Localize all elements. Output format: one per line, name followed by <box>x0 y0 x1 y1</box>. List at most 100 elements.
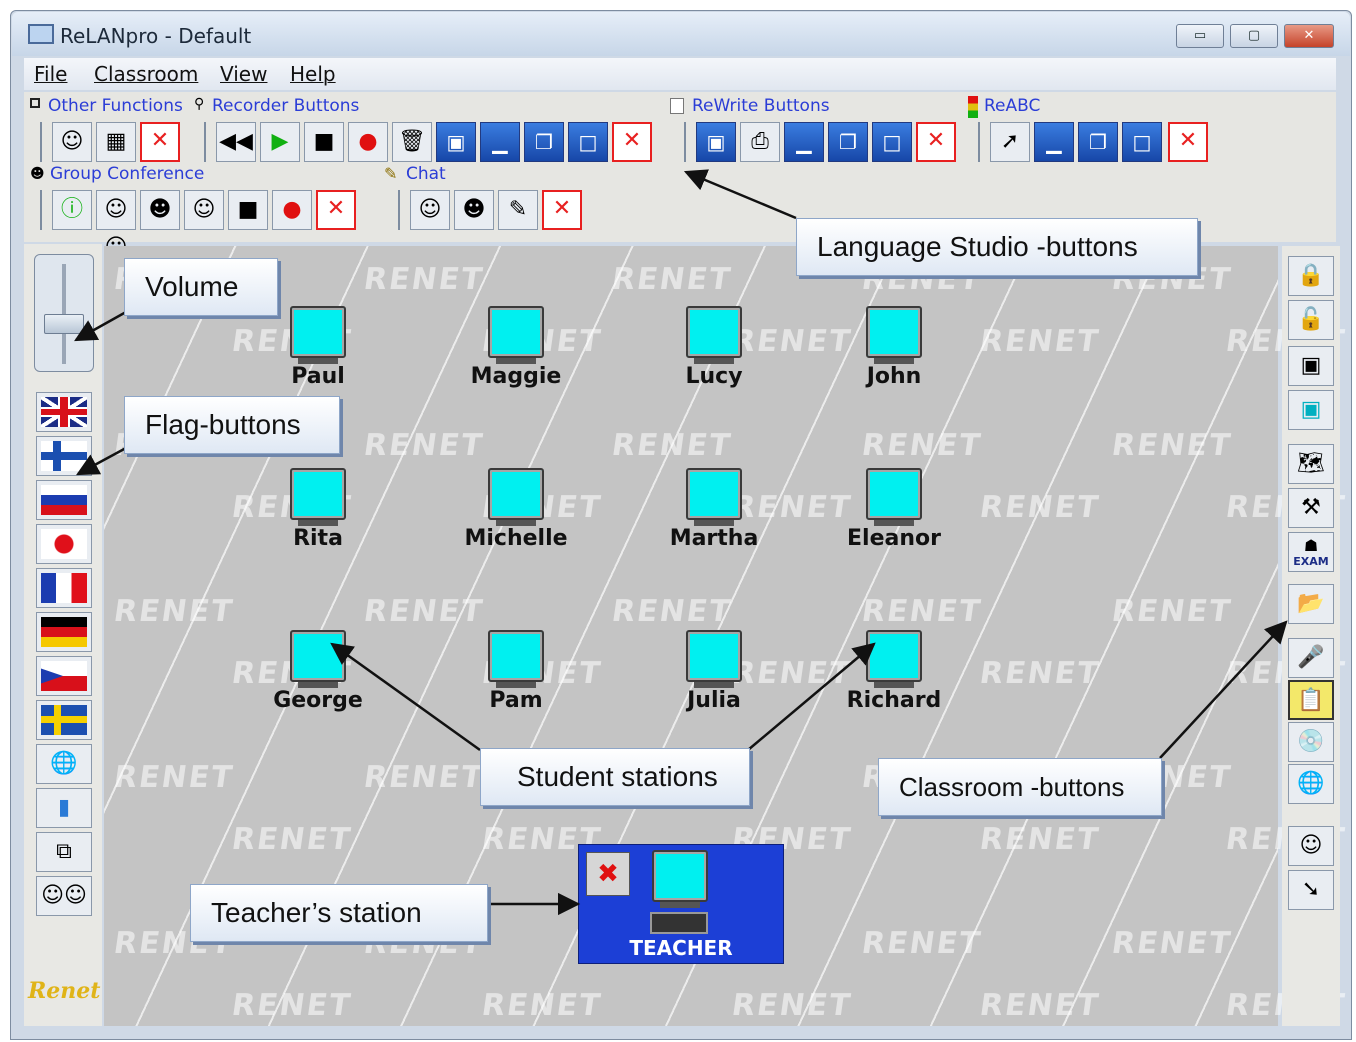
flag-uk-button[interactable] <box>36 392 92 432</box>
notebook-icon[interactable]: ▮ <box>36 788 92 828</box>
folder-icon[interactable]: 📂 <box>1288 584 1334 624</box>
rewind-icon[interactable]: ◀◀ <box>216 122 256 162</box>
close-button[interactable]: ✕ <box>1284 24 1334 48</box>
pointer-icon[interactable]: ➚ <box>990 122 1030 162</box>
maximize-icon[interactable]: □ <box>568 122 608 162</box>
play-icon[interactable]: ▶ <box>260 122 300 162</box>
close-rewrite-icon[interactable]: ✕ <box>916 122 956 162</box>
close-recorder-icon[interactable]: ✕ <box>612 122 652 162</box>
monitor-cyan-icon[interactable]: ▣ <box>1288 390 1334 430</box>
reabc-restore-icon[interactable]: ❐ <box>1078 122 1118 162</box>
layout-icon[interactable]: ▦ <box>96 122 136 162</box>
close-functions-icon[interactable]: ✕ <box>140 122 180 162</box>
maximize-button[interactable]: ▢ <box>1230 24 1278 48</box>
minimize-all-icon[interactable]: ▁ <box>480 122 520 162</box>
network-icon[interactable]: ⧉ <box>36 832 92 872</box>
lock-green-icon[interactable]: 🔓 <box>1288 300 1334 340</box>
reabc-maximize-icon[interactable]: □ <box>1122 122 1162 162</box>
conference-record-icon[interactable]: ● <box>272 190 312 230</box>
map-icon[interactable]: 🗺 <box>1288 444 1334 484</box>
faces-icon[interactable]: ☺☺ <box>36 876 92 916</box>
pair-icon[interactable]: ☺☺ <box>96 190 136 260</box>
close-reabc-icon[interactable]: ✕ <box>1168 122 1208 162</box>
flag-russia-button[interactable] <box>36 480 92 520</box>
rewrite-minimize-icon[interactable]: ▁ <box>784 122 824 162</box>
clipboard-icon[interactable]: 📋 <box>1288 680 1334 720</box>
student-monitor-julia[interactable] <box>686 630 742 682</box>
student-name-paul[interactable]: Paul <box>238 364 398 389</box>
menu-view[interactable]: View <box>220 62 267 86</box>
stop-icon[interactable]: ■ <box>304 122 344 162</box>
student-monitor-rita[interactable] <box>290 468 346 520</box>
exam-button[interactable]: ☗ EXAM <box>1288 532 1334 572</box>
rewrite-restore-icon[interactable]: ❐ <box>828 122 868 162</box>
conference-stop-icon[interactable]: ■ <box>228 190 268 230</box>
student-name-maggie[interactable]: Maggie <box>436 364 596 389</box>
pointer-tool-icon[interactable]: ➘ <box>1288 870 1334 910</box>
flag-japan-button[interactable] <box>36 524 92 564</box>
group-conference-icon: ☻ <box>30 166 45 182</box>
student-name-martha[interactable]: Martha <box>634 526 794 551</box>
czech-flag-icon <box>41 661 87 691</box>
student-monitor-paul[interactable] <box>290 306 346 358</box>
flag-sweden-button[interactable] <box>36 700 92 740</box>
users-icon[interactable]: ☺☺ <box>1288 826 1334 896</box>
monitor-black-icon[interactable]: ▣ <box>1288 346 1334 386</box>
student-monitor-eleanor[interactable] <box>866 468 922 520</box>
student-monitor-pam[interactable] <box>488 630 544 682</box>
rewrite-maximize-icon[interactable]: □ <box>872 122 912 162</box>
group-members-icon[interactable]: ☺ <box>184 190 224 230</box>
student-name-lucy[interactable]: Lucy <box>634 364 794 389</box>
student-monitor-michelle[interactable] <box>488 468 544 520</box>
volume-thumb[interactable] <box>44 314 84 334</box>
student-name-pam[interactable]: Pam <box>436 688 596 713</box>
student-monitor-martha[interactable] <box>686 468 742 520</box>
mute-icon[interactable]: ✖ <box>586 852 630 896</box>
lock-red-icon[interactable]: 🔒 <box>1288 256 1334 296</box>
student-name-michelle[interactable]: Michelle <box>436 526 596 551</box>
menu-classroom[interactable]: Classroom <box>94 62 198 86</box>
watermark: RENET <box>1109 428 1235 463</box>
tools-icon[interactable]: ⚒ <box>1288 488 1334 528</box>
watermark: RENET <box>609 594 735 629</box>
minimize-button[interactable]: ▭ <box>1176 24 1224 48</box>
student-monitor-richard[interactable] <box>866 630 922 682</box>
rewrite-save-icon[interactable]: ▣ <box>696 122 736 162</box>
chat-edit-icon[interactable]: ✎ <box>498 190 538 230</box>
save-icon[interactable]: ▣ <box>436 122 476 162</box>
menu-help[interactable]: Help <box>290 62 336 86</box>
toolbar-separator <box>40 190 42 230</box>
student-name-john[interactable]: John <box>814 364 974 389</box>
chat-group-icon[interactable]: ☻ <box>454 190 494 230</box>
student-monitor-george[interactable] <box>290 630 346 682</box>
restore-icon[interactable]: ❐ <box>524 122 564 162</box>
student-name-julia[interactable]: Julia <box>634 688 794 713</box>
close-chat-icon[interactable]: ✕ <box>542 190 582 230</box>
menu-file[interactable]: File <box>34 62 67 86</box>
cd-icon[interactable]: 💿 <box>1288 722 1334 762</box>
student-monitor-lucy[interactable] <box>686 306 742 358</box>
info-icon[interactable]: ⓘ <box>52 190 92 230</box>
trash-icon[interactable]: 🗑 <box>392 122 432 162</box>
chat-users-icon[interactable]: ☺ <box>410 190 450 230</box>
print-icon[interactable]: ⎙ <box>740 122 780 162</box>
teacher-monitor[interactable] <box>652 850 708 902</box>
close-conference-icon[interactable]: ✕ <box>316 190 356 230</box>
flag-czech-button[interactable] <box>36 656 92 696</box>
student-monitor-maggie[interactable] <box>488 306 544 358</box>
student-monitor-john[interactable] <box>866 306 922 358</box>
student-name-richard[interactable]: Richard <box>814 688 974 713</box>
student-name-george[interactable]: George <box>238 688 398 713</box>
globe-icon[interactable]: 🌐 <box>36 744 92 784</box>
group-icon[interactable]: ☻ <box>140 190 180 230</box>
flag-france-button[interactable] <box>36 568 92 608</box>
reabc-minimize-icon[interactable]: ▁ <box>1034 122 1074 162</box>
student-name-eleanor[interactable]: Eleanor <box>814 526 974 551</box>
microphone-icon[interactable]: 🎤 <box>1288 638 1334 678</box>
record-icon[interactable]: ● <box>348 122 388 162</box>
globe-network-icon[interactable]: 🌐 <box>1288 764 1334 804</box>
students-icon[interactable]: ☺ <box>52 122 92 162</box>
flag-finland-button[interactable] <box>36 436 92 476</box>
student-name-rita[interactable]: Rita <box>238 526 398 551</box>
flag-germany-button[interactable] <box>36 612 92 652</box>
